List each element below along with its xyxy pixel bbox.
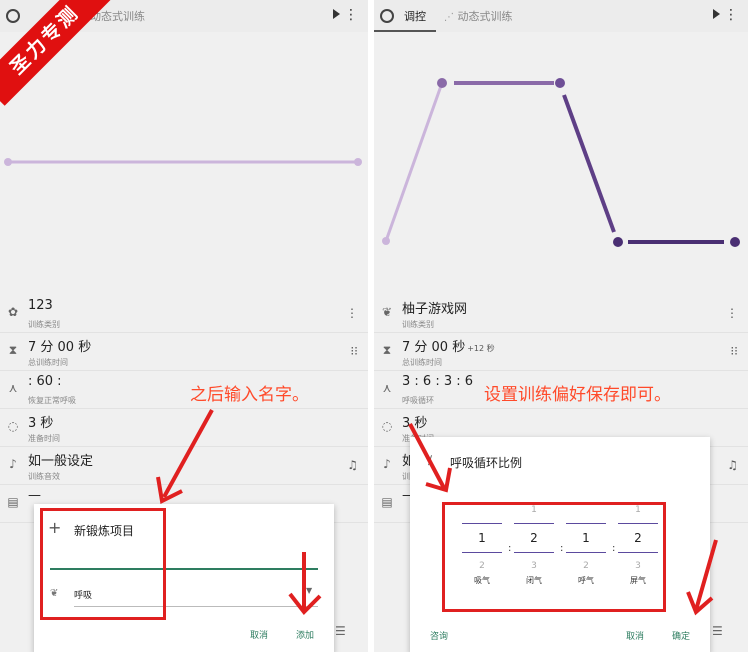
highlight-box (442, 502, 666, 612)
highlight-box (40, 508, 166, 620)
chart-line-segment (384, 82, 444, 242)
chart-point (613, 237, 623, 247)
chart-point (354, 158, 362, 166)
settings-sliders-icon[interactable]: ☰ (335, 624, 346, 638)
music-icon[interactable]: ♫ (347, 458, 358, 472)
breath-icon: ⋏ (382, 381, 392, 395)
grid-icon[interactable]: ⁝⁝ (730, 344, 738, 358)
tab-dynamic-label: 动态式训练 (457, 10, 513, 23)
row-sub: 总训练时间 (28, 358, 68, 367)
row-sub: 准备时间 (28, 434, 60, 443)
grid-icon[interactable]: ⁝⁝ (350, 344, 358, 358)
row-sub: 训练类别 (402, 320, 434, 329)
annotation-text: 之后输入名字。 (190, 385, 309, 405)
annotation-text: 设置训练偏好保存即可。 (484, 385, 671, 405)
app-logo-icon[interactable] (6, 9, 20, 23)
hourglass-icon: ⧗ (8, 343, 18, 357)
music-note-icon: ♪ (9, 457, 17, 471)
row-sub: 训练音效 (28, 472, 60, 481)
chart-point (555, 78, 565, 88)
chart-point (382, 237, 390, 245)
row-main: 如一般设定 (28, 454, 94, 469)
cancel-button[interactable]: 取消 (250, 628, 268, 641)
arrow-icon (288, 552, 322, 616)
app-logo-icon[interactable] (380, 9, 394, 23)
row-main: 7 分 00 秒 (28, 340, 92, 355)
row-main: : 60 : (28, 374, 62, 389)
add-button[interactable]: 添加 (296, 628, 314, 641)
more-menu-icon[interactable]: ⋮ (344, 8, 358, 22)
chart-point (4, 158, 12, 166)
chart-line-segment (562, 94, 616, 233)
left-screen: 动态式训练 ⋮ ✿ 123 训练类别 ⋮ ⧗ 7 分 00 秒 总训练时间 ⁝⁝… (0, 0, 368, 652)
more-menu-icon[interactable]: ⋮ (724, 8, 738, 22)
tab-control[interactable]: 调控 (404, 8, 426, 24)
consult-button[interactable]: 咨询 (430, 629, 448, 642)
play-icon[interactable] (713, 9, 720, 19)
timer-icon: ◌ (7, 419, 19, 433)
lungs-icon: ❦ (381, 305, 393, 319)
row-main: 3 秒 (28, 416, 54, 431)
row-sub: 恢复正常呼吸 (28, 396, 76, 405)
row-main: 7 分 00 秒 +12 秒 (402, 336, 495, 355)
settings-sliders-icon[interactable]: ☰ (712, 624, 723, 638)
row-main-text: 7 分 00 秒 (402, 340, 466, 355)
left-breath-chart (0, 32, 368, 294)
row-extra: +12 秒 (467, 344, 495, 353)
list-item[interactable]: ⧗ 7 分 00 秒 总训练时间 ⁝⁝ (0, 333, 368, 371)
tab-dynamic-training[interactable]: ⋰ 动态式训练 (444, 8, 513, 24)
right-breath-chart (374, 32, 748, 294)
doc-icon: ▤ (7, 495, 19, 509)
music-icon[interactable]: ♫ (727, 458, 738, 472)
chart-point (437, 78, 447, 88)
arrow-icon (156, 409, 214, 504)
row-main: — (28, 488, 41, 503)
breath-icon: ⋏ (8, 381, 18, 395)
row-main: 3 : 6 : 3 : 6 (402, 374, 474, 389)
doc-icon: ▤ (381, 495, 393, 509)
play-icon[interactable] (333, 9, 340, 19)
row-sub: 训练类别 (28, 320, 60, 329)
music-note-icon: ♪ (383, 457, 391, 471)
row-main: 123 (28, 298, 53, 313)
more-menu-icon[interactable]: ⋮ (726, 306, 738, 320)
row-sub: 呼吸循环 (402, 396, 434, 405)
arrow-icon (408, 423, 452, 493)
chart-point (730, 237, 740, 247)
timer-icon: ◌ (381, 419, 393, 433)
right-toolbar: 调控 ⋰ 动态式训练 ⋮ (374, 0, 748, 32)
right-screen: 调控 ⋰ 动态式训练 ⋮ ❦ 柚子游戏网 训练类别 ⋮ ⧗ 7 分 00 秒 +1… (374, 0, 748, 652)
cancel-button[interactable]: 取消 (626, 629, 644, 642)
arrow-icon (686, 539, 718, 616)
list-item[interactable]: ⧗ 7 分 00 秒 +12 秒 总训练时间 ⁝⁝ (374, 333, 748, 371)
row-main: 柚子游戏网 (402, 302, 468, 317)
list-item[interactable]: ❦ 柚子游戏网 训练类别 ⋮ (374, 295, 748, 333)
hourglass-icon: ⧗ (382, 343, 392, 357)
list-item[interactable]: ✿ 123 训练类别 ⋮ (0, 295, 368, 333)
ok-button[interactable]: 确定 (672, 629, 690, 642)
lotus-icon: ✿ (7, 305, 19, 319)
more-menu-icon[interactable]: ⋮ (346, 306, 358, 320)
list-item[interactable]: ⋏ : 60 : 恢复正常呼吸 (0, 371, 368, 409)
wave-icon: ⋰ (444, 12, 454, 23)
row-sub: 总训练时间 (402, 358, 442, 367)
